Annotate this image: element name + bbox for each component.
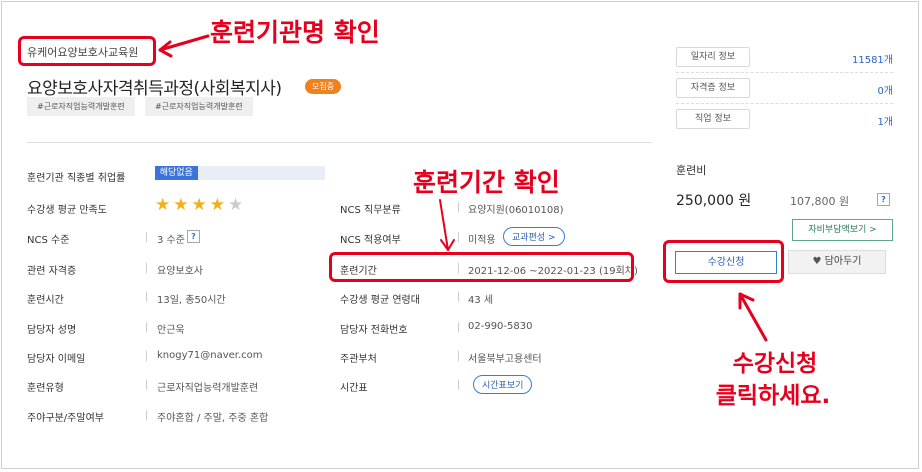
separator (146, 351, 147, 361)
timetable-button[interactable]: 시간표보기 (473, 375, 533, 394)
period-annotation: 훈련기간 확인 (413, 168, 560, 197)
star-filled-icon: ★ (173, 195, 189, 215)
certificate-info-count[interactable]: 0개 (800, 82, 893, 97)
star-filled-icon: ★ (191, 195, 207, 215)
jobs-info-count[interactable]: 11581개 (800, 51, 893, 66)
divider (676, 103, 893, 104)
institution-annotation: 훈련기관명 확인 (210, 18, 380, 47)
day-night-value: 주야혼합 / 주말, 주중 혼합 (157, 413, 269, 424)
separator (146, 263, 147, 273)
ncs-level-value: 3 수준 (157, 235, 185, 246)
tag-2[interactable]: #근로자직업능력개발훈련 (145, 97, 253, 116)
institution-highlight (18, 36, 156, 66)
period-arrow (439, 199, 455, 251)
wishlist-button[interactable]: ♥ 담아두기 (788, 250, 886, 274)
manager-phone-label: 담당자 전화번호 (340, 325, 408, 336)
employment-rate-label: 훈련기관 직종별 취업률 (27, 173, 126, 184)
separator (458, 292, 459, 302)
apply-annotation-line2: 클릭하세요. (715, 383, 831, 409)
ncs-category-value: 요양지원(06010108) (468, 205, 564, 216)
ncs-applied-value: 미적용 (468, 235, 496, 246)
average-age-value: 43 세 (468, 295, 494, 306)
average-age-label: 수강생 평균 연령대 (340, 295, 420, 306)
separator (146, 232, 147, 242)
separator (146, 410, 147, 420)
manager-name-value: 안근욱 (157, 325, 185, 336)
satisfaction-stars: ★ ★ ★ ★ ★ (155, 195, 246, 214)
fee-help-icon[interactable]: ? (877, 193, 890, 206)
ncs-category-label: NCS 직무분류 (340, 205, 401, 216)
manager-email-value[interactable]: knogy71@naver.com (157, 350, 263, 361)
training-type-label: 훈련유형 (27, 383, 64, 394)
apply-arrow (738, 292, 768, 342)
course-title: 요양보호사자격취득과정(사회복지사) (27, 79, 282, 99)
timetable-label: 시간표 (340, 383, 368, 394)
satisfaction-label: 수강생 평균 만족도 (27, 205, 107, 216)
status-badge: 모집중 (305, 79, 342, 94)
certificate-label: 관련 자격증 (27, 266, 77, 277)
manager-phone-value: 02-990-5830 (468, 321, 533, 332)
divider (676, 72, 893, 73)
fee-label: 훈련비 (676, 164, 707, 177)
training-hours-value: 13일, 총50시간 (157, 295, 226, 306)
jobs-info-link[interactable]: 일자리 정보 (676, 47, 750, 67)
star-filled-icon: ★ (209, 195, 225, 215)
apply-annotation-line1: 수강신청 (732, 351, 818, 377)
tag-1[interactable]: #근로자직업능력개발훈련 (27, 97, 135, 116)
certificate-value: 요양보호사 (157, 266, 203, 277)
certificate-info-link[interactable]: 자격증 정보 (676, 78, 750, 98)
heart-icon: ♥ (812, 256, 822, 267)
separator (146, 292, 147, 302)
ministry-label: 주관부처 (340, 354, 377, 365)
manager-email-label: 담당자 이메일 (27, 354, 86, 365)
ncs-help-icon[interactable]: ? (187, 230, 200, 243)
separator (458, 351, 459, 361)
employment-rate-fill: 해당없음 (155, 166, 198, 180)
star-empty-icon: ★ (228, 195, 244, 215)
institution-arrow (158, 34, 210, 58)
header-divider (27, 142, 652, 143)
job-info-link[interactable]: 직업 정보 (676, 109, 750, 129)
apply-highlight (663, 240, 784, 283)
manager-name-label: 담당자 성명 (27, 325, 77, 336)
employment-rate-bar: 해당없음 (155, 166, 325, 180)
separator (146, 380, 147, 390)
day-night-label: 주야구분/주말여부 (27, 413, 104, 424)
separator (458, 322, 459, 332)
curriculum-button[interactable]: 교과편성 > (503, 227, 565, 246)
self-pay-view-button[interactable]: 자비부담액보기 > (792, 219, 893, 241)
job-info-count[interactable]: 1개 (800, 113, 893, 128)
fee-price: 250,000 원 (676, 193, 752, 209)
star-filled-icon: ★ (155, 195, 171, 215)
ncs-level-label: NCS 수준 (27, 235, 70, 246)
training-hours-label: 훈련시간 (27, 295, 64, 306)
ncs-applied-label: NCS 적용여부 (340, 235, 401, 246)
ministry-value: 서울북부고용센터 (468, 354, 542, 365)
wishlist-label: 담아두기 (824, 256, 862, 267)
separator (146, 322, 147, 332)
self-pay-amount: 107,800 원 (790, 195, 850, 208)
training-type-value: 근로자직업능력개발훈련 (157, 383, 259, 394)
period-highlight (329, 252, 634, 282)
separator (458, 380, 459, 390)
